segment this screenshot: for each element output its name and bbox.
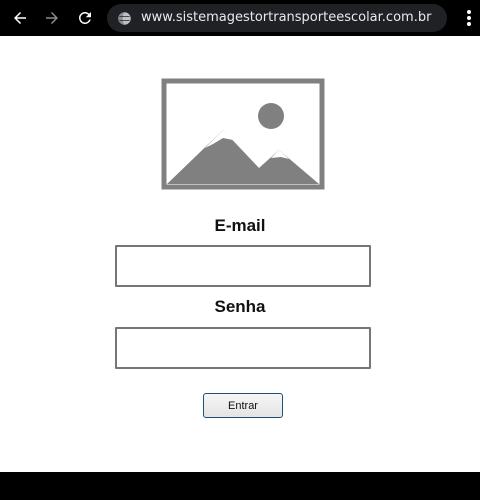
more-vertical-icon[interactable]: [461, 8, 477, 28]
login-page: E-mail Senha Entrar: [0, 36, 480, 472]
back-button[interactable]: [8, 6, 32, 30]
password-label: Senha: [214, 297, 266, 316]
password-field[interactable]: [115, 327, 371, 369]
url-text[interactable]: www.sistemagestortransporteescolar.com.b…: [141, 10, 431, 25]
login-button[interactable]: Entrar: [203, 393, 283, 418]
browser-toolbar: www.sistemagestortransporteescolar.com.b…: [0, 0, 480, 36]
forward-button[interactable]: [40, 6, 64, 30]
bottom-bar: [0, 472, 480, 500]
globe-icon[interactable]: [117, 11, 132, 26]
reload-icon: [78, 11, 91, 24]
reload-button[interactable]: [73, 6, 97, 30]
email-label: E-mail: [214, 216, 266, 235]
address-bar[interactable]: www.sistemagestortransporteescolar.com.b…: [107, 4, 447, 32]
image-placeholder-icon: [161, 78, 325, 190]
arrow-left-icon: [14, 12, 26, 24]
arrow-right-icon: [46, 12, 58, 24]
email-field[interactable]: [115, 245, 371, 287]
